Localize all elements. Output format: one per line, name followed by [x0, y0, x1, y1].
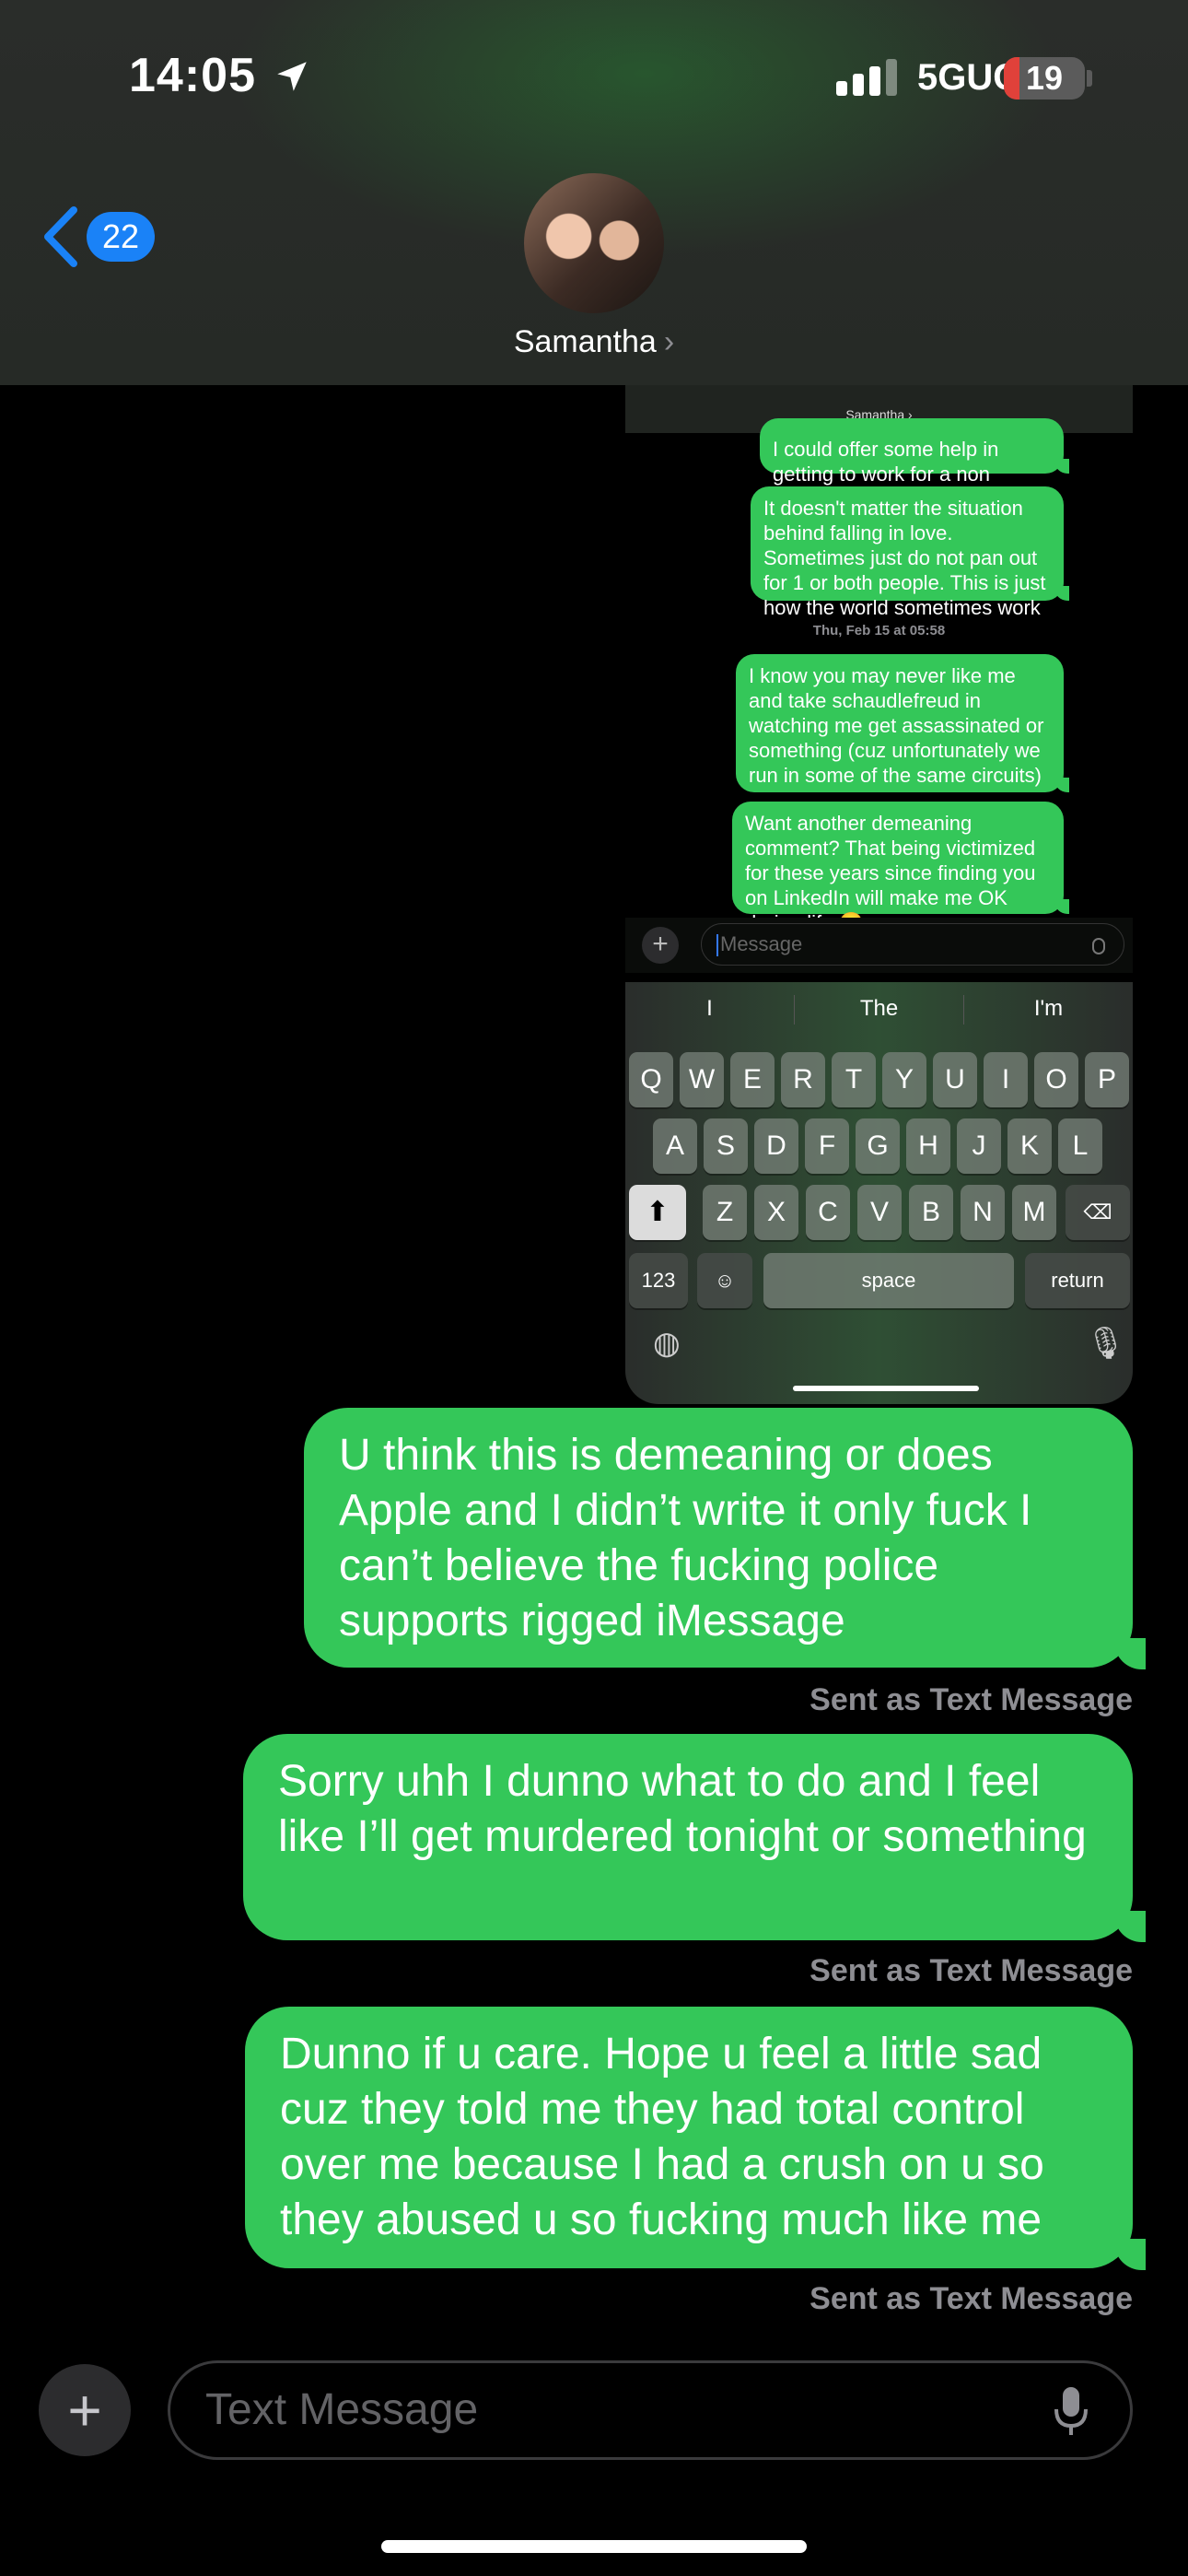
- contact-avatar[interactable]: [524, 173, 664, 313]
- message-text: Dunno if u care. Hope u feel a little sa…: [280, 2030, 1044, 2244]
- battery-icon: 19: [1004, 57, 1085, 100]
- key-f: F: [805, 1118, 849, 1174]
- key-p: P: [1085, 1052, 1129, 1107]
- key-space: space: [763, 1253, 1014, 1308]
- contact-name: Samantha: [513, 324, 657, 359]
- location-arrow-icon: [277, 62, 307, 91]
- embedded-timestamp: Thu, Feb 15 at 05:58: [812, 623, 946, 638]
- embedded-plus-icon: +: [642, 927, 679, 964]
- embedded-message-bubble: Want another demeaning comment? That bei…: [732, 802, 1069, 934]
- key-i: I: [984, 1052, 1028, 1107]
- contact-name-button[interactable]: Samantha ›: [0, 324, 1188, 360]
- message-text: Sorry uhh I dunno what to do and I feel …: [278, 1757, 1087, 1861]
- battery-tip: [1087, 70, 1092, 87]
- apps-plus-button[interactable]: +: [39, 2364, 131, 2456]
- key-a: A: [653, 1118, 697, 1174]
- key-d: D: [754, 1118, 798, 1174]
- message-bubble[interactable]: Sorry uhh I dunno what to do and I feel …: [243, 1734, 1146, 1942]
- sent-status: Sent as Text Message: [809, 2281, 1133, 2316]
- key-w: W: [680, 1052, 724, 1107]
- key-c: C: [806, 1185, 850, 1240]
- key-b: B: [909, 1185, 953, 1240]
- microphone-icon[interactable]: [1053, 2385, 1089, 2439]
- input-placeholder: Text Message: [205, 2385, 479, 2434]
- embedded-input-row: + Message: [625, 918, 1133, 973]
- emoji-icon: ☺: [697, 1253, 752, 1308]
- shift-icon: ⬆: [629, 1185, 686, 1240]
- key-h: H: [906, 1118, 950, 1174]
- globe-icon: ◍: [653, 1326, 681, 1361]
- embedded-keyboard: I The I'm QWERTYUIOPASDFGHJKLZXCVBNM ⬆ ⌫…: [625, 982, 1133, 1404]
- key-return: return: [1025, 1253, 1130, 1308]
- suggestion: I'm: [1033, 996, 1064, 1021]
- key-v: V: [857, 1185, 902, 1240]
- delete-icon: ⌫: [1066, 1185, 1130, 1240]
- embedded-dictation-icon: 🎙: [1086, 1326, 1126, 1361]
- key-z: Z: [703, 1185, 747, 1240]
- message-bubble[interactable]: Dunno if u care. Hope u feel a little sa…: [245, 2007, 1146, 2270]
- embedded-message-bubble: It doesn't matter the situation behind f…: [751, 486, 1069, 619]
- message-text: U think this is demeaning or does Apple …: [339, 1431, 1032, 1645]
- key-e: E: [730, 1052, 775, 1107]
- home-indicator: [381, 2540, 807, 2553]
- key-s: S: [704, 1118, 748, 1174]
- conversation-header: 14:05 5GUC 19 22 Samantha ›: [0, 0, 1188, 385]
- key-r: R: [781, 1052, 825, 1107]
- back-chevron-icon[interactable]: [41, 205, 81, 269]
- key-l: L: [1058, 1118, 1102, 1174]
- back-unread-badge[interactable]: 22: [87, 212, 155, 262]
- contact-chevron-icon: ›: [663, 324, 675, 359]
- key-q: Q: [629, 1052, 673, 1107]
- key-x: X: [754, 1185, 798, 1240]
- embedded-screenshot-image[interactable]: Samantha › I could offer some help in ge…: [625, 385, 1133, 1404]
- key-m: M: [1012, 1185, 1056, 1240]
- key-123: 123: [629, 1253, 688, 1308]
- key-g: G: [856, 1118, 900, 1174]
- sent-status: Sent as Text Message: [809, 1953, 1133, 1988]
- key-t: T: [832, 1052, 876, 1107]
- key-o: O: [1034, 1052, 1078, 1107]
- embedded-microphone-icon: [1092, 938, 1105, 954]
- key-j: J: [957, 1118, 1001, 1174]
- embedded-home-indicator: [793, 1386, 979, 1391]
- message-bubble[interactable]: U think this is demeaning or does Apple …: [304, 1408, 1146, 1669]
- embedded-message-field: Message: [701, 923, 1124, 966]
- embedded-message-bubble: I know you may never like me and take sc…: [736, 654, 1069, 792]
- key-y: Y: [882, 1052, 926, 1107]
- plus-icon: +: [67, 2377, 102, 2443]
- text-message-input[interactable]: Text Message: [168, 2360, 1133, 2460]
- embedded-message-bubble: I could offer some help in getting to wo…: [760, 418, 1069, 510]
- status-time: 14:05: [129, 49, 256, 102]
- suggestion: The: [859, 996, 899, 1021]
- sent-status: Sent as Text Message: [809, 1682, 1133, 1717]
- suggestion: I: [706, 996, 713, 1021]
- key-n: N: [961, 1185, 1005, 1240]
- key-k: K: [1007, 1118, 1052, 1174]
- key-u: U: [933, 1052, 977, 1107]
- battery-level: 19: [1025, 59, 1064, 97]
